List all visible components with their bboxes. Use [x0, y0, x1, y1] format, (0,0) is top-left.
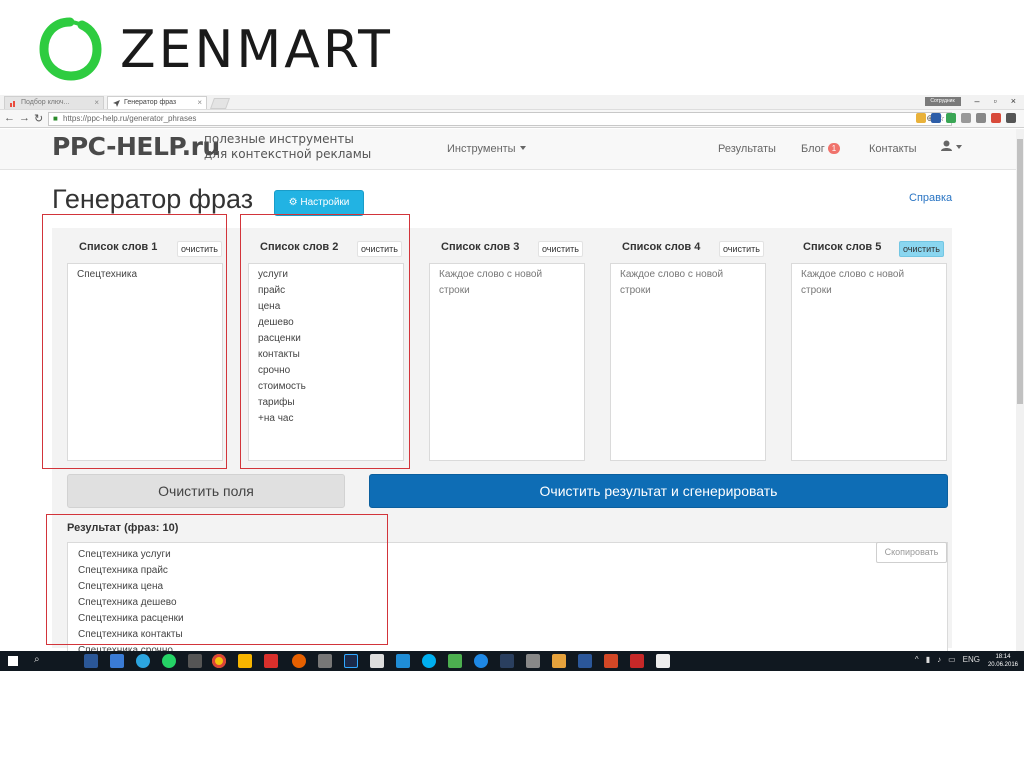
- keyboard-language[interactable]: ENG: [963, 655, 980, 664]
- nav-results[interactable]: Результаты: [718, 143, 776, 155]
- volume-icon[interactable]: ♪: [937, 655, 941, 664]
- copy-button[interactable]: Скопировать: [876, 542, 947, 563]
- whatsapp-icon[interactable]: [162, 654, 176, 668]
- help-link[interactable]: Справка: [909, 192, 952, 204]
- back-icon[interactable]: ←: [4, 112, 15, 124]
- search-icon[interactable]: ⌕: [34, 654, 40, 665]
- extension-icon[interactable]: [916, 113, 926, 123]
- app-icon[interactable]: [526, 654, 540, 668]
- extension-icon[interactable]: [961, 113, 971, 123]
- browser-tab-label: Подбор ключ...: [21, 99, 70, 106]
- zenmart-logo-icon: [39, 17, 102, 81]
- app-icon[interactable]: [188, 654, 202, 668]
- windows-taskbar: ⌕ ^ ▮ ♪ ▭ ENG 18:14 20.06.2016: [0, 651, 1024, 671]
- blog-badge: 1: [827, 143, 841, 154]
- forward-icon[interactable]: →: [19, 112, 30, 124]
- zenmart-logo-text: ZENMART: [120, 20, 393, 80]
- app-icon[interactable]: [630, 654, 644, 668]
- explorer-icon[interactable]: [110, 654, 124, 668]
- annotation-box-list-1: [42, 214, 227, 469]
- gear-icon: ⚙: [288, 197, 298, 208]
- scrollbar-thumb[interactable]: [1017, 139, 1023, 404]
- chevron-down-icon: [519, 146, 526, 150]
- app-icon[interactable]: [264, 654, 278, 668]
- reload-icon[interactable]: ↻: [34, 112, 43, 125]
- list-3-clear-button[interactable]: очистить: [538, 241, 583, 257]
- extensions: [916, 113, 1016, 123]
- extension-icon[interactable]: [976, 113, 986, 123]
- word-icon[interactable]: [578, 654, 592, 668]
- app-icon[interactable]: [448, 654, 462, 668]
- app-icon[interactable]: [396, 654, 410, 668]
- annotation-box-result: [46, 514, 388, 645]
- app-icon[interactable]: [238, 654, 252, 668]
- browser-toolbar: ← → ↻ ■ https://ppc-help.ru/generator_ph…: [0, 110, 1024, 128]
- app-icon[interactable]: [656, 654, 670, 668]
- site-tagline: полезные инструменты для контекстной рек…: [204, 132, 372, 161]
- task-view-icon[interactable]: [84, 654, 98, 668]
- maximize-icon[interactable]: ▫: [994, 96, 997, 106]
- page-title: Генератор фраз: [52, 184, 254, 214]
- new-tab-button[interactable]: [209, 98, 231, 109]
- generate-button[interactable]: Очистить результат и сгенерировать: [369, 474, 948, 508]
- site-navbar: PPC-HELP.ru полезные инструменты для кон…: [0, 129, 1016, 170]
- nav-contacts[interactable]: Контакты: [869, 143, 917, 155]
- telegram-icon[interactable]: [136, 654, 150, 668]
- extension-icon[interactable]: [946, 113, 956, 123]
- clear-fields-button[interactable]: Очистить поля: [67, 474, 345, 508]
- close-icon[interactable]: ×: [94, 98, 99, 107]
- extension-icon[interactable]: [991, 113, 1001, 123]
- list-3-textarea[interactable]: Каждое слово с новой строки: [429, 263, 585, 461]
- list-5-title: Список слов 5: [803, 241, 882, 253]
- edge-icon[interactable]: [474, 654, 488, 668]
- window-controls: Сотрудник – ▫ ×: [924, 96, 1016, 106]
- slide: { "slide": { "logo_text": "ZENMART" }, "…: [0, 0, 1024, 768]
- nav-blog[interactable]: Блог 1: [801, 143, 841, 155]
- system-tray: ^ ▮ ♪ ▭ ENG: [915, 655, 980, 664]
- battery-icon[interactable]: ▭: [948, 655, 956, 664]
- firefox-icon[interactable]: [292, 654, 306, 668]
- page-scrollbar[interactable]: [1016, 129, 1024, 651]
- app-icon[interactable]: [552, 654, 566, 668]
- browser-tab-label: Генератор фраз: [124, 99, 177, 106]
- list-3-title: Список слов 3: [441, 241, 520, 253]
- photoshop-icon[interactable]: [344, 654, 358, 668]
- browser-tab-1[interactable]: Подбор ключ... ×: [4, 96, 104, 109]
- browser-tabbar: Подбор ключ... × Генератор фраз × Сотруд…: [0, 95, 1024, 110]
- settings-button[interactable]: ⚙ Настройки: [274, 190, 364, 216]
- skype-icon[interactable]: [422, 654, 436, 668]
- minimize-icon[interactable]: –: [975, 96, 980, 106]
- nav-tools[interactable]: Инструменты: [447, 143, 526, 155]
- lock-icon: ■: [53, 114, 58, 123]
- calculator-icon[interactable]: [318, 654, 332, 668]
- chart-favicon-icon: [10, 101, 15, 107]
- close-window-icon[interactable]: ×: [1011, 96, 1016, 106]
- chrome-icon[interactable]: [212, 654, 226, 668]
- chevron-up-icon[interactable]: ^: [915, 655, 919, 664]
- list-4-title: Список слов 4: [622, 241, 701, 253]
- profile-chip[interactable]: Сотрудник: [924, 96, 961, 106]
- send-favicon-icon: [113, 100, 120, 107]
- chevron-down-icon: [956, 145, 962, 149]
- site-brand[interactable]: PPC-HELP.ru: [52, 132, 220, 161]
- list-4-clear-button[interactable]: очистить: [719, 241, 764, 257]
- user-icon: [941, 140, 952, 151]
- menu-icon[interactable]: [1006, 113, 1016, 123]
- browser-tab-2[interactable]: Генератор фраз ×: [107, 96, 207, 109]
- clock[interactable]: 18:14 20.06.2016: [988, 653, 1018, 669]
- list-5-textarea[interactable]: Каждое слово с новой строки: [791, 263, 947, 461]
- address-bar[interactable]: ■ https://ppc-help.ru/generator_phrases …: [48, 112, 952, 126]
- extension-icon[interactable]: [931, 113, 941, 123]
- close-icon[interactable]: ×: [197, 98, 202, 107]
- annotation-box-list-2: [240, 214, 410, 469]
- list-5-clear-button[interactable]: очистить: [899, 241, 944, 257]
- network-icon[interactable]: ▮: [926, 655, 930, 664]
- mail-icon[interactable]: [370, 654, 384, 668]
- nav-user[interactable]: [941, 140, 962, 154]
- list-4-textarea[interactable]: Каждое слово с новой строки: [610, 263, 766, 461]
- powerpoint-icon[interactable]: [604, 654, 618, 668]
- address-url: https://ppc-help.ru/generator_phrases: [63, 114, 197, 123]
- app-icon[interactable]: [500, 654, 514, 668]
- windows-start-icon[interactable]: [8, 656, 18, 666]
